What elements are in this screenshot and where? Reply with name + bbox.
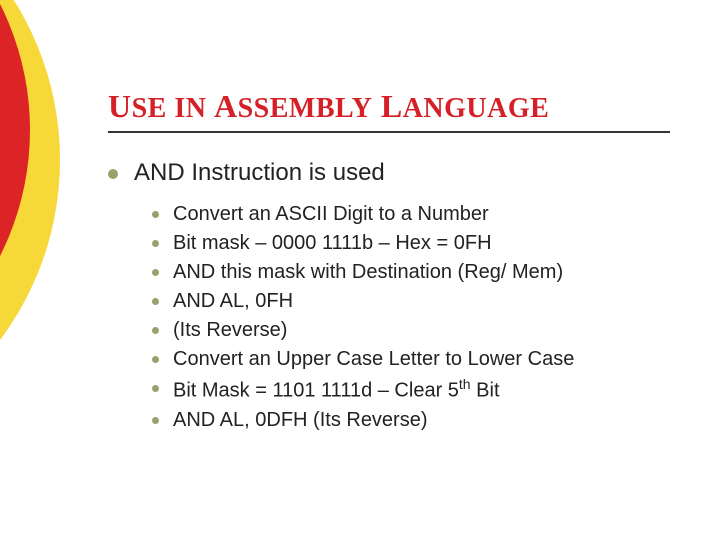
list-item: AND AL, 0DFH (Its Reverse) [152,407,670,434]
title-part: U [108,88,132,124]
bullet-icon [152,417,159,424]
list-item-text: AND this mask with Destination (Reg/ Mem… [173,259,563,286]
list-item: Bit mask – 0000 1111b – Hex = 0FH [152,230,670,257]
list-item: AND Instruction is used [108,159,670,187]
list-item-text: Bit Mask = 1101 1111d – Clear 5th Bit [173,375,500,405]
bullet-icon [152,240,159,247]
list-item-text: (Its Reverse) [173,317,287,344]
list-item: Bit Mask = 1101 1111d – Clear 5th Bit [152,375,670,405]
list-item: AND this mask with Destination (Reg/ Mem… [152,259,670,286]
bullet-icon [152,356,159,363]
bullet-icon [108,169,118,179]
list-item: Convert an ASCII Digit to a Number [152,201,670,228]
title-part: IN [167,93,214,124]
slide: USE IN ASSEMBLY LANGUAGE AND Instruction… [0,0,720,540]
title-part: ANGUAGE [403,93,550,124]
list-item-text: AND Instruction is used [134,159,385,187]
list-item-text: Bit mask – 0000 1111b – Hex = 0FH [173,230,492,257]
slide-title: USE IN ASSEMBLY LANGUAGE [108,88,670,133]
content-area: USE IN ASSEMBLY LANGUAGE AND Instruction… [108,88,670,436]
sub-list: Convert an ASCII Digit to a Number Bit m… [152,201,670,434]
title-part: SE [132,93,167,124]
title-part: SSEMBLY [238,93,373,124]
list-item-text: AND AL, 0FH [173,288,293,315]
title-part: L [372,88,402,124]
bullet-icon [152,211,159,218]
list-item-text: Convert an Upper Case Letter to Lower Ca… [173,346,574,373]
list-item: (Its Reverse) [152,317,670,344]
list-item: AND AL, 0FH [152,288,670,315]
bullet-icon [152,298,159,305]
list-item-text: Convert an ASCII Digit to a Number [173,201,489,228]
bullet-icon [152,269,159,276]
bullet-icon [152,327,159,334]
list-item: Convert an Upper Case Letter to Lower Ca… [152,346,670,373]
title-part: A [214,88,238,124]
bullet-icon [152,385,159,392]
list-item-text: AND AL, 0DFH (Its Reverse) [173,407,428,434]
